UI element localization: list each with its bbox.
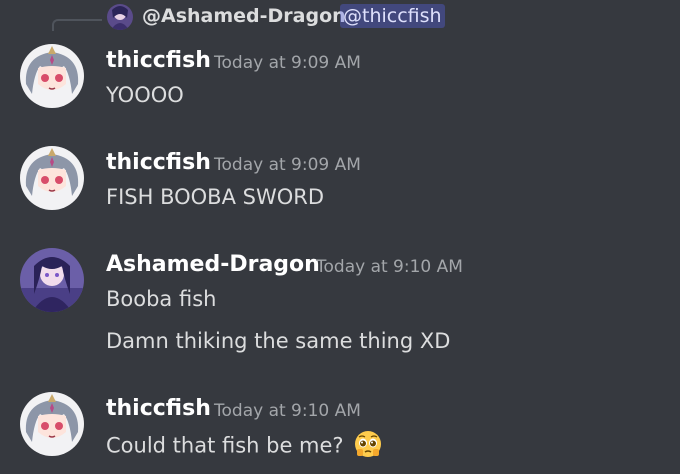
reply-avatar[interactable] (107, 4, 133, 30)
reply-connector (52, 19, 102, 31)
reply-mention[interactable]: @thiccfish (340, 4, 445, 28)
chat-log: @Ashamed-Dragon @thiccfish thiccfish Tod… (0, 0, 680, 474)
avatar[interactable] (20, 392, 84, 456)
pleading-face-icon[interactable] (354, 430, 382, 463)
message-timestamp: Today at 9:10 AM (316, 257, 463, 277)
message-text: Damn thiking the same thing XD (106, 329, 451, 353)
message-timestamp: Today at 9:10 AM (214, 401, 361, 421)
message-text: Booba fish (106, 287, 217, 311)
message-text: FISH BOOBA SWORD (106, 185, 324, 209)
message-text: Could that fish be me? (106, 433, 344, 458)
message-timestamp: Today at 9:09 AM (214, 53, 361, 73)
message-author[interactable]: thiccfish (106, 396, 211, 421)
avatar[interactable] (20, 146, 84, 210)
avatar[interactable] (20, 44, 84, 108)
message-author[interactable]: thiccfish (106, 150, 211, 175)
message-timestamp: Today at 9:09 AM (214, 155, 361, 175)
reply-author[interactable]: @Ashamed-Dragon (142, 5, 346, 27)
message-author[interactable]: Ashamed-Dragon (106, 252, 320, 277)
message-author[interactable]: thiccfish (106, 48, 211, 73)
message-text: YOOOO (106, 83, 184, 107)
message-text-row: Could that fish be me? (106, 430, 382, 463)
avatar[interactable] (20, 248, 84, 312)
